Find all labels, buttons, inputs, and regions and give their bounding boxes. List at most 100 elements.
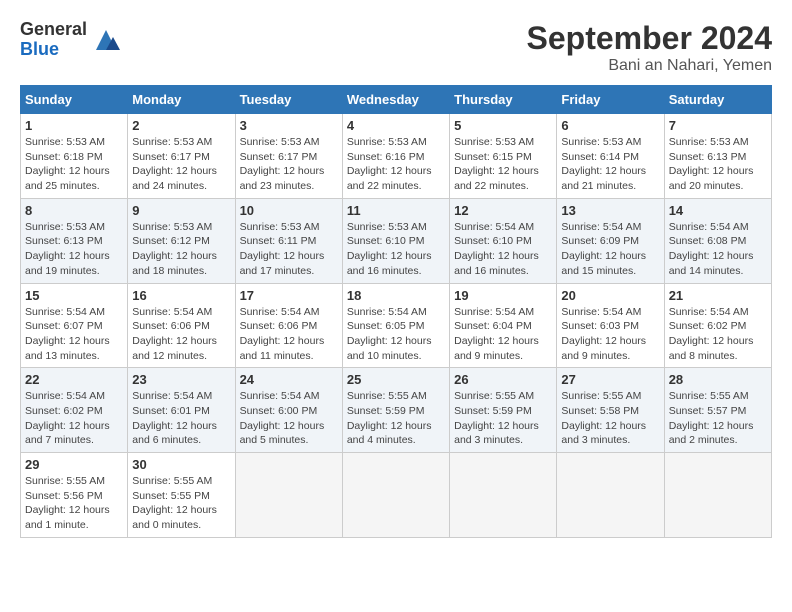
weekday-header-sunday: Sunday	[21, 86, 128, 114]
day-info: Sunrise: 5:53 AM Sunset: 6:11 PM Dayligh…	[240, 220, 338, 279]
weekday-header-wednesday: Wednesday	[342, 86, 449, 114]
weekday-header-monday: Monday	[128, 86, 235, 114]
calendar-cell: 10 Sunrise: 5:53 AM Sunset: 6:11 PM Dayli…	[235, 198, 342, 283]
day-number: 16	[132, 288, 230, 303]
logo: General Blue	[20, 20, 121, 60]
day-number: 21	[669, 288, 767, 303]
day-info: Sunrise: 5:53 AM Sunset: 6:18 PM Dayligh…	[25, 135, 123, 194]
day-number: 3	[240, 118, 338, 133]
day-info: Sunrise: 5:55 AM Sunset: 5:55 PM Dayligh…	[132, 474, 230, 533]
day-info: Sunrise: 5:54 AM Sunset: 6:00 PM Dayligh…	[240, 389, 338, 448]
day-number: 23	[132, 372, 230, 387]
calendar-cell: 3 Sunrise: 5:53 AM Sunset: 6:17 PM Daylig…	[235, 114, 342, 199]
calendar-cell	[450, 453, 557, 538]
calendar-cell: 15 Sunrise: 5:54 AM Sunset: 6:07 PM Dayli…	[21, 283, 128, 368]
day-number: 12	[454, 203, 552, 218]
logo-line1: General	[20, 20, 87, 40]
day-number: 30	[132, 457, 230, 472]
day-info: Sunrise: 5:54 AM Sunset: 6:05 PM Dayligh…	[347, 305, 445, 364]
day-info: Sunrise: 5:54 AM Sunset: 6:01 PM Dayligh…	[132, 389, 230, 448]
day-number: 20	[561, 288, 659, 303]
calendar-cell: 23 Sunrise: 5:54 AM Sunset: 6:01 PM Dayli…	[128, 368, 235, 453]
weekday-header-thursday: Thursday	[450, 86, 557, 114]
calendar-cell: 7Sunrise: 5:53 AM Sunset: 6:13 PM Daylig…	[664, 114, 771, 199]
day-number: 28	[669, 372, 767, 387]
calendar-cell: 6 Sunrise: 5:53 AM Sunset: 6:14 PM Daylig…	[557, 114, 664, 199]
day-number: 24	[240, 372, 338, 387]
day-info: Sunrise: 5:54 AM Sunset: 6:02 PM Dayligh…	[25, 389, 123, 448]
day-number: 15	[25, 288, 123, 303]
day-info: Sunrise: 5:54 AM Sunset: 6:10 PM Dayligh…	[454, 220, 552, 279]
day-info: Sunrise: 5:53 AM Sunset: 6:13 PM Dayligh…	[25, 220, 123, 279]
day-info: Sunrise: 5:55 AM Sunset: 5:56 PM Dayligh…	[25, 474, 123, 533]
day-number: 1	[25, 118, 123, 133]
day-info: Sunrise: 5:54 AM Sunset: 6:04 PM Dayligh…	[454, 305, 552, 364]
day-info: Sunrise: 5:53 AM Sunset: 6:15 PM Dayligh…	[454, 135, 552, 194]
day-info: Sunrise: 5:55 AM Sunset: 5:59 PM Dayligh…	[347, 389, 445, 448]
calendar-cell	[664, 453, 771, 538]
day-info: Sunrise: 5:53 AM Sunset: 6:12 PM Dayligh…	[132, 220, 230, 279]
day-number: 25	[347, 372, 445, 387]
location: Bani an Nahari, Yemen	[527, 57, 772, 75]
day-info: Sunrise: 5:53 AM Sunset: 6:17 PM Dayligh…	[132, 135, 230, 194]
day-number: 6	[561, 118, 659, 133]
calendar-cell: 11 Sunrise: 5:53 AM Sunset: 6:10 PM Dayli…	[342, 198, 449, 283]
day-number: 14	[669, 203, 767, 218]
calendar-cell: 29Sunrise: 5:55 AM Sunset: 5:56 PM Dayli…	[21, 453, 128, 538]
calendar-cell: 24 Sunrise: 5:54 AM Sunset: 6:00 PM Dayli…	[235, 368, 342, 453]
calendar-cell: 30 Sunrise: 5:55 AM Sunset: 5:55 PM Dayli…	[128, 453, 235, 538]
calendar-cell: 17 Sunrise: 5:54 AM Sunset: 6:06 PM Dayli…	[235, 283, 342, 368]
day-number: 2	[132, 118, 230, 133]
day-number: 8	[25, 203, 123, 218]
day-info: Sunrise: 5:53 AM Sunset: 6:17 PM Dayligh…	[240, 135, 338, 194]
day-number: 10	[240, 203, 338, 218]
calendar-cell: 13Sunrise: 5:54 AM Sunset: 6:09 PM Dayli…	[557, 198, 664, 283]
week-row-4: 22 Sunrise: 5:54 AM Sunset: 6:02 PM Dayli…	[21, 368, 772, 453]
week-row-2: 8 Sunrise: 5:53 AM Sunset: 6:13 PM Daylig…	[21, 198, 772, 283]
calendar-table: SundayMondayTuesdayWednesdayThursdayFrid…	[20, 85, 772, 538]
day-number: 18	[347, 288, 445, 303]
day-info: Sunrise: 5:53 AM Sunset: 6:14 PM Dayligh…	[561, 135, 659, 194]
day-info: Sunrise: 5:53 AM Sunset: 6:13 PM Dayligh…	[669, 135, 767, 194]
day-info: Sunrise: 5:55 AM Sunset: 5:57 PM Dayligh…	[669, 389, 767, 448]
calendar-cell: 5Sunrise: 5:53 AM Sunset: 6:15 PM Daylig…	[450, 114, 557, 199]
calendar-cell: 25 Sunrise: 5:55 AM Sunset: 5:59 PM Dayli…	[342, 368, 449, 453]
day-number: 19	[454, 288, 552, 303]
calendar-cell: 2 Sunrise: 5:53 AM Sunset: 6:17 PM Daylig…	[128, 114, 235, 199]
calendar-cell: 18 Sunrise: 5:54 AM Sunset: 6:05 PM Dayli…	[342, 283, 449, 368]
day-number: 26	[454, 372, 552, 387]
calendar-cell	[557, 453, 664, 538]
month-title: September 2024	[527, 20, 772, 57]
calendar-cell: 27Sunrise: 5:55 AM Sunset: 5:58 PM Dayli…	[557, 368, 664, 453]
calendar-cell: 9 Sunrise: 5:53 AM Sunset: 6:12 PM Daylig…	[128, 198, 235, 283]
day-number: 4	[347, 118, 445, 133]
day-info: Sunrise: 5:54 AM Sunset: 6:03 PM Dayligh…	[561, 305, 659, 364]
weekday-header-friday: Friday	[557, 86, 664, 114]
day-info: Sunrise: 5:54 AM Sunset: 6:06 PM Dayligh…	[240, 305, 338, 364]
calendar-cell: 21 Sunrise: 5:54 AM Sunset: 6:02 PM Dayli…	[664, 283, 771, 368]
day-number: 17	[240, 288, 338, 303]
day-number: 9	[132, 203, 230, 218]
week-row-1: 1 Sunrise: 5:53 AM Sunset: 6:18 PM Daylig…	[21, 114, 772, 199]
weekday-header-saturday: Saturday	[664, 86, 771, 114]
day-info: Sunrise: 5:54 AM Sunset: 6:02 PM Dayligh…	[669, 305, 767, 364]
day-info: Sunrise: 5:54 AM Sunset: 6:07 PM Dayligh…	[25, 305, 123, 364]
calendar-cell: 8 Sunrise: 5:53 AM Sunset: 6:13 PM Daylig…	[21, 198, 128, 283]
day-info: Sunrise: 5:53 AM Sunset: 6:10 PM Dayligh…	[347, 220, 445, 279]
calendar-cell: 19 Sunrise: 5:54 AM Sunset: 6:04 PM Dayli…	[450, 283, 557, 368]
day-info: Sunrise: 5:54 AM Sunset: 6:06 PM Dayligh…	[132, 305, 230, 364]
calendar-cell: 14Sunrise: 5:54 AM Sunset: 6:08 PM Dayli…	[664, 198, 771, 283]
day-info: Sunrise: 5:53 AM Sunset: 6:16 PM Dayligh…	[347, 135, 445, 194]
calendar-cell: 26Sunrise: 5:55 AM Sunset: 5:59 PM Dayli…	[450, 368, 557, 453]
page-header: General Blue September 2024 Bani an Naha…	[20, 20, 772, 75]
calendar-cell: 28 Sunrise: 5:55 AM Sunset: 5:57 PM Dayli…	[664, 368, 771, 453]
day-number: 11	[347, 203, 445, 218]
logo-text: General Blue	[20, 20, 87, 60]
calendar-cell: 16 Sunrise: 5:54 AM Sunset: 6:06 PM Dayli…	[128, 283, 235, 368]
calendar-cell: 22 Sunrise: 5:54 AM Sunset: 6:02 PM Dayli…	[21, 368, 128, 453]
day-number: 27	[561, 372, 659, 387]
day-number: 22	[25, 372, 123, 387]
week-row-5: 29Sunrise: 5:55 AM Sunset: 5:56 PM Dayli…	[21, 453, 772, 538]
logo-icon	[91, 25, 121, 55]
calendar-cell: 4 Sunrise: 5:53 AM Sunset: 6:16 PM Daylig…	[342, 114, 449, 199]
